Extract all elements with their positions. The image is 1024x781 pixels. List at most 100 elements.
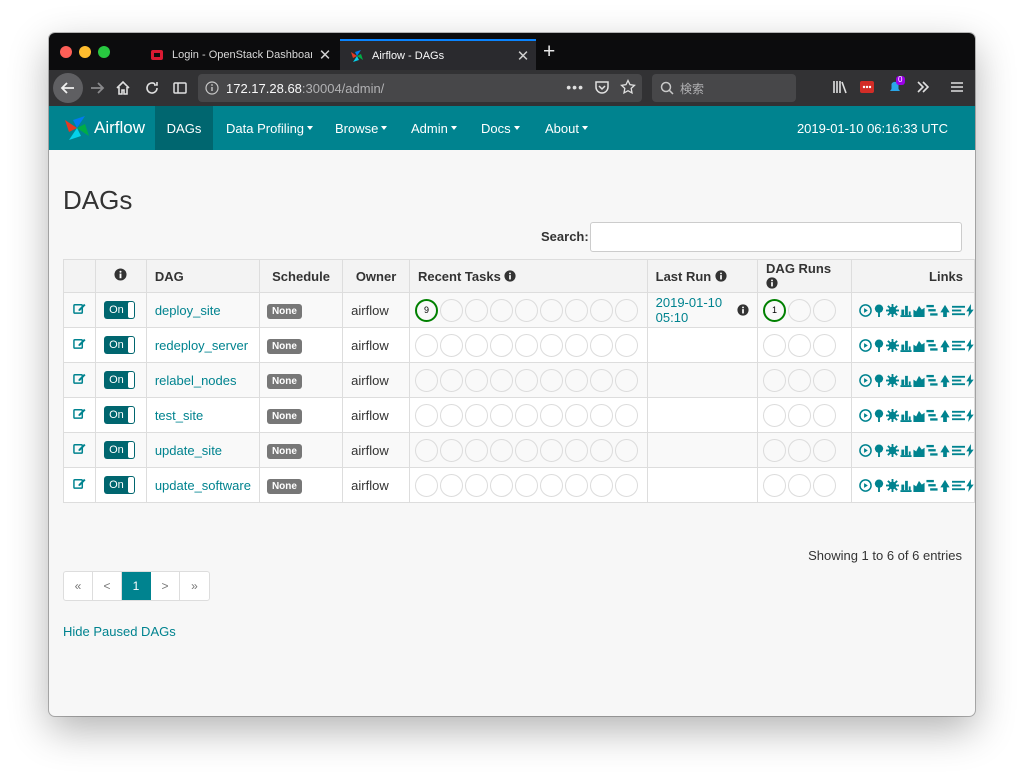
logs-icon[interactable]: [952, 374, 965, 387]
url-bar[interactable]: 172.17.28.68:30004/admin/ •••: [198, 74, 642, 102]
refresh-icon[interactable]: [966, 443, 974, 457]
dag-id-link[interactable]: update_software: [155, 478, 251, 493]
task-state-circle[interactable]: [564, 438, 588, 462]
task-state-circle[interactable]: [414, 438, 438, 462]
nav-docs[interactable]: Docs: [468, 106, 533, 150]
bar-chart-icon[interactable]: [900, 339, 912, 352]
dag-run-state-circle[interactable]: [788, 473, 812, 497]
forward-button[interactable]: [87, 78, 107, 98]
info-icon[interactable]: [715, 269, 727, 282]
task-state-circle[interactable]: [464, 368, 488, 392]
graph-icon[interactable]: [886, 373, 899, 387]
task-state-circle[interactable]: 9: [414, 298, 438, 322]
edit-icon[interactable]: [73, 372, 86, 385]
task-state-circle[interactable]: [539, 403, 563, 427]
code-icon[interactable]: [939, 409, 951, 422]
dag-run-state-circle[interactable]: [763, 333, 787, 357]
info-icon[interactable]: [766, 277, 778, 289]
bar-chart-icon[interactable]: [900, 374, 912, 387]
back-button[interactable]: [53, 73, 83, 103]
task-state-circle[interactable]: [589, 403, 613, 427]
graph-icon[interactable]: [886, 338, 899, 352]
extension-button[interactable]: [859, 79, 875, 95]
close-window-button[interactable]: [60, 46, 72, 58]
dag-run-state-circle[interactable]: 1: [763, 298, 787, 322]
gantt-icon[interactable]: [926, 304, 938, 317]
task-state-circle[interactable]: [514, 298, 538, 322]
task-state-circle[interactable]: [464, 438, 488, 462]
dag-on-off-toggle[interactable]: On: [104, 406, 136, 424]
graph-icon[interactable]: [886, 478, 899, 492]
task-state-circle[interactable]: [439, 333, 463, 357]
pager-page-1[interactable]: 1: [122, 572, 151, 600]
task-state-circle[interactable]: [464, 298, 488, 322]
dag-id-link[interactable]: redeploy_server: [155, 338, 248, 353]
task-state-circle[interactable]: [464, 473, 488, 497]
dag-run-state-circle[interactable]: [763, 368, 787, 392]
play-circle-icon[interactable]: [859, 443, 872, 457]
dag-run-state-circle[interactable]: [763, 438, 787, 462]
task-state-circle[interactable]: [614, 438, 638, 462]
tree-icon[interactable]: [873, 303, 885, 317]
nav-browse[interactable]: Browse: [322, 106, 400, 150]
dag-run-state-circle[interactable]: [788, 368, 812, 392]
header-schedule[interactable]: Schedule: [258, 259, 344, 293]
bar-chart-icon[interactable]: [900, 444, 912, 457]
pager-last[interactable]: »: [180, 572, 209, 600]
graph-icon[interactable]: [886, 443, 899, 457]
play-circle-icon[interactable]: [859, 478, 872, 492]
refresh-icon[interactable]: [966, 303, 974, 317]
minimize-window-button[interactable]: [79, 46, 91, 58]
dag-run-state-circle[interactable]: [813, 298, 837, 322]
task-state-circle[interactable]: [439, 368, 463, 392]
gantt-icon[interactable]: [926, 409, 938, 422]
task-state-circle[interactable]: [614, 368, 638, 392]
area-chart-icon[interactable]: [913, 479, 925, 492]
graph-icon[interactable]: [886, 408, 899, 422]
pager-prev[interactable]: <: [93, 572, 122, 600]
task-state-circle[interactable]: [539, 438, 563, 462]
sidebar-button[interactable]: [170, 78, 190, 98]
bookmark-star-icon[interactable]: [620, 79, 636, 95]
dag-id-link[interactable]: deploy_site: [155, 303, 221, 318]
task-state-circle[interactable]: [514, 438, 538, 462]
dag-run-state-circle[interactable]: [788, 333, 812, 357]
hide-paused-dags-link[interactable]: Hide Paused DAGs: [63, 624, 176, 639]
task-state-circle[interactable]: [589, 438, 613, 462]
bar-chart-icon[interactable]: [900, 409, 912, 422]
gantt-icon[interactable]: [926, 479, 938, 492]
dag-on-off-toggle[interactable]: On: [104, 371, 136, 389]
reload-button[interactable]: [142, 78, 162, 98]
dag-run-state-circle[interactable]: [763, 473, 787, 497]
task-state-circle[interactable]: [514, 473, 538, 497]
close-tab-icon[interactable]: ✕: [510, 47, 536, 65]
last-run-link[interactable]: 2019-01-10 05:10: [656, 295, 737, 325]
play-circle-icon[interactable]: [859, 408, 872, 422]
logs-icon[interactable]: [952, 479, 965, 492]
header-owner[interactable]: Owner: [342, 259, 410, 293]
play-circle-icon[interactable]: [859, 303, 872, 317]
task-state-circle[interactable]: [589, 473, 613, 497]
hamburger-menu-button[interactable]: [949, 79, 965, 95]
edit-icon[interactable]: [73, 337, 86, 350]
dag-on-off-toggle[interactable]: On: [104, 336, 136, 354]
gantt-icon[interactable]: [926, 374, 938, 387]
task-state-circle[interactable]: [489, 473, 513, 497]
dag-run-state-circle[interactable]: [813, 473, 837, 497]
dag-id-link[interactable]: update_site: [155, 443, 222, 458]
edit-icon[interactable]: [73, 442, 86, 455]
task-state-circle[interactable]: [564, 473, 588, 497]
tab-airflow-dags[interactable]: Airflow - DAGs ✕: [340, 39, 536, 70]
notifications-button[interactable]: 0: [887, 75, 905, 95]
gantt-icon[interactable]: [926, 339, 938, 352]
play-circle-icon[interactable]: [859, 338, 872, 352]
task-state-circle[interactable]: [564, 333, 588, 357]
task-state-circle[interactable]: [539, 333, 563, 357]
task-state-circle[interactable]: [489, 298, 513, 322]
dag-run-state-circle[interactable]: [788, 438, 812, 462]
dag-id-link[interactable]: test_site: [155, 408, 203, 423]
task-state-circle[interactable]: [564, 298, 588, 322]
refresh-icon[interactable]: [966, 373, 974, 387]
pocket-icon[interactable]: [594, 79, 610, 95]
header-dag[interactable]: DAG: [145, 259, 260, 293]
